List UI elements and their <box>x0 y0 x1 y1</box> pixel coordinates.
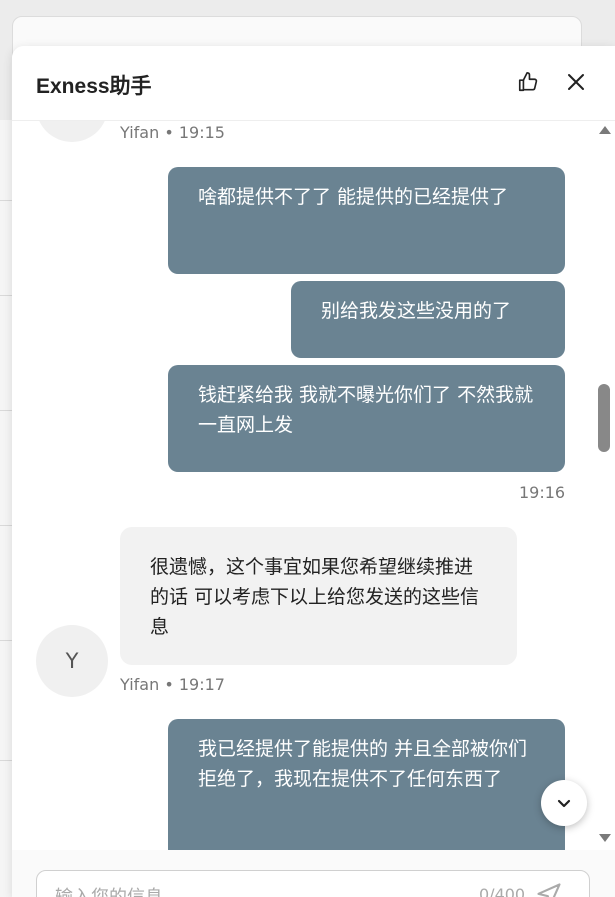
agent-avatar-partial <box>36 120 108 142</box>
user-message: 啥都提供不了了 能提供的已经提供了 <box>168 167 565 274</box>
message-input-box[interactable]: 0/400 <box>36 870 590 897</box>
send-icon[interactable] <box>535 881 563 897</box>
user-message: 我已经提供了能提供的 并且全部被你们拒绝了，我现在提供不了任何东西了 <box>168 719 565 850</box>
user-message: 钱赶紧给我 我就不曝光你们了 不然我就一直网上发 <box>168 365 565 472</box>
chat-title: Exness助手 <box>36 75 152 98</box>
agent-avatar: Y <box>36 625 108 697</box>
scroll-up-arrow-icon[interactable] <box>599 126 611 134</box>
agent-message: 很遗憾，这个事宜如果您希望继续推进的话 可以考虑下以上给您发送的这些信息 <box>120 527 517 665</box>
scroll-to-bottom-button[interactable] <box>541 780 587 826</box>
background-list-strip <box>0 120 12 897</box>
scroll-down-arrow-icon[interactable] <box>599 834 611 842</box>
message-meta: Yifan • 19:17 <box>120 675 225 694</box>
chat-panel: Exness助手 Yifan • 19:15 啥都提供不了了 能提供的已经提供了… <box>12 46 615 897</box>
message-meta: Yifan • 19:15 <box>120 123 225 142</box>
thumbs-up-icon[interactable] <box>514 68 542 96</box>
char-counter: 0/400 <box>479 885 526 897</box>
chat-header: Exness助手 <box>12 46 615 121</box>
message-timestamp: 19:16 <box>519 483 566 502</box>
chat-scrollbar[interactable] <box>594 120 615 850</box>
message-list[interactable]: Yifan • 19:15 啥都提供不了了 能提供的已经提供了 别给我发这些没用… <box>12 120 615 850</box>
message-input[interactable] <box>53 877 437 897</box>
close-icon[interactable] <box>562 68 590 96</box>
composer: 0/400 <box>12 850 615 897</box>
user-message: 别给我发这些没用的了 <box>291 281 565 358</box>
chevron-down-icon <box>557 799 571 808</box>
scroll-thumb[interactable] <box>598 384 610 452</box>
